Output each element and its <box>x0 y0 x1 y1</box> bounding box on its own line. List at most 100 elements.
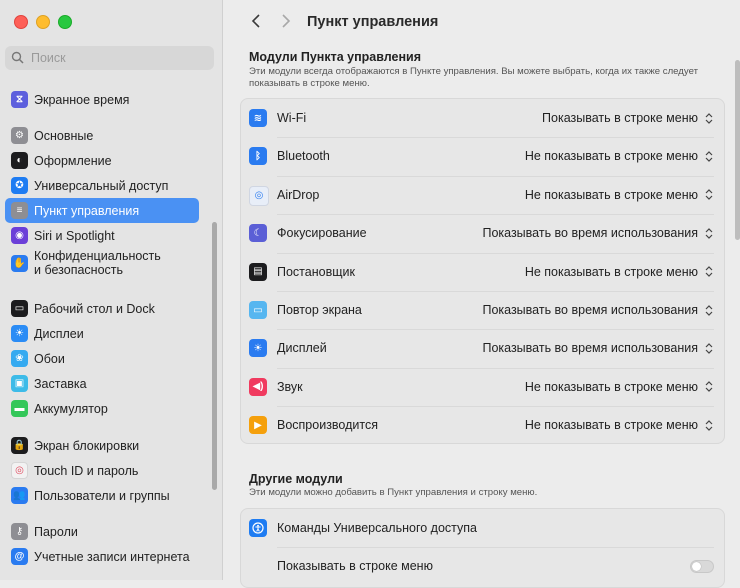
module-row-accessibility-shortcuts[interactable]: Команды Универсального доступа <box>241 509 724 547</box>
toolbar: Пункт управления <box>241 10 438 34</box>
module-name: Команды Универсального доступа <box>277 521 478 535</box>
module-row[interactable]: ▤ Постановщик Не показывать в строке меню <box>241 252 724 291</box>
back-chevron-icon[interactable] <box>241 12 271 33</box>
sidebar-item-label: Siri и Spotlight <box>34 228 115 243</box>
updown-chevron-icon[interactable] <box>703 110 714 126</box>
toggle-label: Показывать в строке меню <box>277 559 433 573</box>
menubar-visibility-select[interactable]: Не показывать в строке меню <box>525 188 698 202</box>
updown-chevron-icon[interactable] <box>703 379 714 395</box>
wallpaper-icon: ❀ <box>11 350 28 367</box>
sidebar-item-siri[interactable]: ◉ Siri и Spotlight <box>5 223 199 248</box>
bluetooth-icon: ᛒ <box>249 147 267 166</box>
module-row[interactable]: ᛒ Bluetooth Не показывать в строке меню <box>241 137 724 175</box>
module-name: Wi-Fi <box>277 111 307 125</box>
updown-chevron-icon[interactable] <box>703 148 714 164</box>
module-row[interactable]: ▭ Повтор экрана Показывать во время исполь… <box>241 291 724 329</box>
desktop-dock-icon: ▭ <box>11 300 28 317</box>
sidebar-item-hourglass[interactable]: ⧖ Экранное время <box>5 87 199 112</box>
sidebar-scrollbar[interactable] <box>212 222 217 490</box>
sidebar-item-accessibility[interactable]: ✪ Универсальный доступ <box>5 173 199 198</box>
sidebar-item-label: Экранное время <box>34 92 130 107</box>
menubar-visibility-select[interactable]: Показывать во время использования <box>482 303 698 317</box>
sidebar-list: ⧖ Экранное время ⚙ Основные ◐ Оформление ✪ Унив… <box>0 58 215 580</box>
sidebar-item-users[interactable]: 👥 Пользователи и группы <box>5 483 199 508</box>
sidebar-item-label: Аккумулятор <box>34 401 108 416</box>
module-name: Дисплей <box>277 341 327 356</box>
toggle-knob <box>692 561 701 571</box>
close-button[interactable] <box>14 15 28 29</box>
section-heading-other: Другие модули <box>249 472 343 486</box>
sidebar-item-desktop-dock[interactable]: ▭ Рабочий стол и Dock <box>5 296 199 321</box>
sidebar-item-label: Оформление <box>34 153 112 168</box>
sidebar-item-label: Конфиденциальность и безопасность <box>34 249 161 277</box>
sidebar-item-label: Учетные записи интернета <box>34 549 190 564</box>
section-description-other: Эти модули можно добавить в Пункт управл… <box>249 487 538 498</box>
menubar-visibility-select[interactable]: Показывать во время использования <box>482 341 698 355</box>
updown-chevron-icon[interactable] <box>703 340 714 356</box>
page-title: Пункт управления <box>307 14 439 30</box>
zoom-button[interactable] <box>58 15 72 29</box>
other-modules-group: Команды Универсального доступа Показыват… <box>240 508 725 588</box>
appearance-icon: ◐ <box>11 152 28 169</box>
module-row[interactable]: ≋ Wi-Fi Показывать в строке меню <box>241 99 724 137</box>
menubar-visibility-select[interactable]: Показывать во время использования <box>482 226 698 240</box>
sidebar-item-displays[interactable]: ☀ Дисплеи <box>5 321 199 346</box>
sidebar-item-label: Обои <box>34 351 65 366</box>
stage-manager-icon: ▤ <box>249 262 267 281</box>
show-in-menubar-toggle[interactable] <box>690 559 714 573</box>
module-name: Постановщик <box>277 264 355 279</box>
sidebar-item-battery[interactable]: ▬ Аккумулятор <box>5 396 199 421</box>
focus-moon-icon: ☾ <box>249 224 267 243</box>
main-scrollbar[interactable] <box>735 60 740 240</box>
now-playing-icon: ▶ <box>249 416 267 435</box>
forward-chevron-icon[interactable] <box>271 12 301 33</box>
module-name: Фокусирование <box>277 226 367 241</box>
privacy-hand-icon: ✋ <box>11 254 28 272</box>
sidebar-item-label: Пароли <box>34 524 78 539</box>
updown-chevron-icon[interactable] <box>703 225 714 241</box>
sidebar-item-privacy-hand[interactable]: ✋ Конфиденциальность и безопасность <box>5 246 199 280</box>
menubar-visibility-select[interactable]: Не показывать в строке меню <box>525 418 698 432</box>
module-row[interactable]: ▶ Воспроизводится Не показывать в строке м… <box>241 406 724 444</box>
menubar-visibility-select[interactable]: Не показывать в строке меню <box>525 265 698 279</box>
module-name: Bluetooth <box>277 149 330 164</box>
updown-chevron-icon[interactable] <box>703 302 714 318</box>
module-name: Звук <box>277 379 303 394</box>
module-row[interactable]: ☾ Фокусирование Показывать во время исполь… <box>241 214 724 252</box>
screen-mirroring-icon: ▭ <box>249 301 267 319</box>
module-row[interactable]: ☀ Дисплей Показывать во время использовани… <box>241 329 724 367</box>
modules-group: ≋ Wi-Fi Показывать в строке меню ᛒ Bluetooth… <box>240 98 725 444</box>
updown-chevron-icon[interactable] <box>703 187 714 203</box>
gear-icon: ⚙ <box>11 127 28 144</box>
sidebar-item-label: Основные <box>34 128 94 143</box>
minimize-button[interactable] <box>36 15 50 29</box>
main-pane: Пункт управления Модули Пункта управлени… <box>223 0 740 588</box>
control-center-icon: ≡ <box>11 202 28 219</box>
sidebar-item-wallpaper[interactable]: ❀ Обои <box>5 346 199 371</box>
menubar-visibility-select[interactable]: Не показывать в строке меню <box>525 380 698 394</box>
module-row[interactable]: ◎ AirDrop Не показывать в строке меню <box>241 175 724 214</box>
module-name: Воспроизводится <box>277 418 378 433</box>
module-row[interactable]: ◀) Звук Не показывать в строке меню <box>241 367 724 406</box>
sidebar-item-key[interactable]: ⚷ Пароли <box>5 519 199 544</box>
sidebar-item-screensaver[interactable]: ▣ Заставка <box>5 371 199 396</box>
sidebar-item-control-center[interactable]: ≡ Пункт управления <box>5 198 199 223</box>
accessibility-icon: ✪ <box>11 177 28 194</box>
hourglass-icon: ⧖ <box>11 91 28 108</box>
module-name: Повтор экрана <box>277 303 362 317</box>
sidebar-item-gear[interactable]: ⚙ Основные <box>5 123 199 148</box>
menubar-visibility-select[interactable]: Не показывать в строке меню <box>525 149 698 163</box>
key-icon: ⚷ <box>11 523 28 540</box>
menubar-visibility-select[interactable]: Показывать в строке меню <box>542 111 698 125</box>
updown-chevron-icon[interactable] <box>703 417 714 433</box>
sidebar-item-label: Пункт управления <box>34 203 140 218</box>
sidebar-item-appearance[interactable]: ◐ Оформление <box>5 148 199 173</box>
siri-icon: ◉ <box>11 227 28 244</box>
sidebar-item-fingerprint[interactable]: ◎ Touch ID и пароль <box>5 458 199 483</box>
sound-icon: ◀) <box>249 377 267 396</box>
show-in-menubar-row: Показывать в строке меню <box>241 547 724 585</box>
sidebar-item-internet-accounts[interactable]: @ Учетные записи интернета <box>5 544 199 569</box>
sidebar-item-lock[interactable]: 🔒 Экран блокировки <box>5 433 199 458</box>
settings-window: ⧖ Экранное время ⚙ Основные ◐ Оформление ✪ Унив… <box>0 0 740 588</box>
updown-chevron-icon[interactable] <box>703 264 714 280</box>
